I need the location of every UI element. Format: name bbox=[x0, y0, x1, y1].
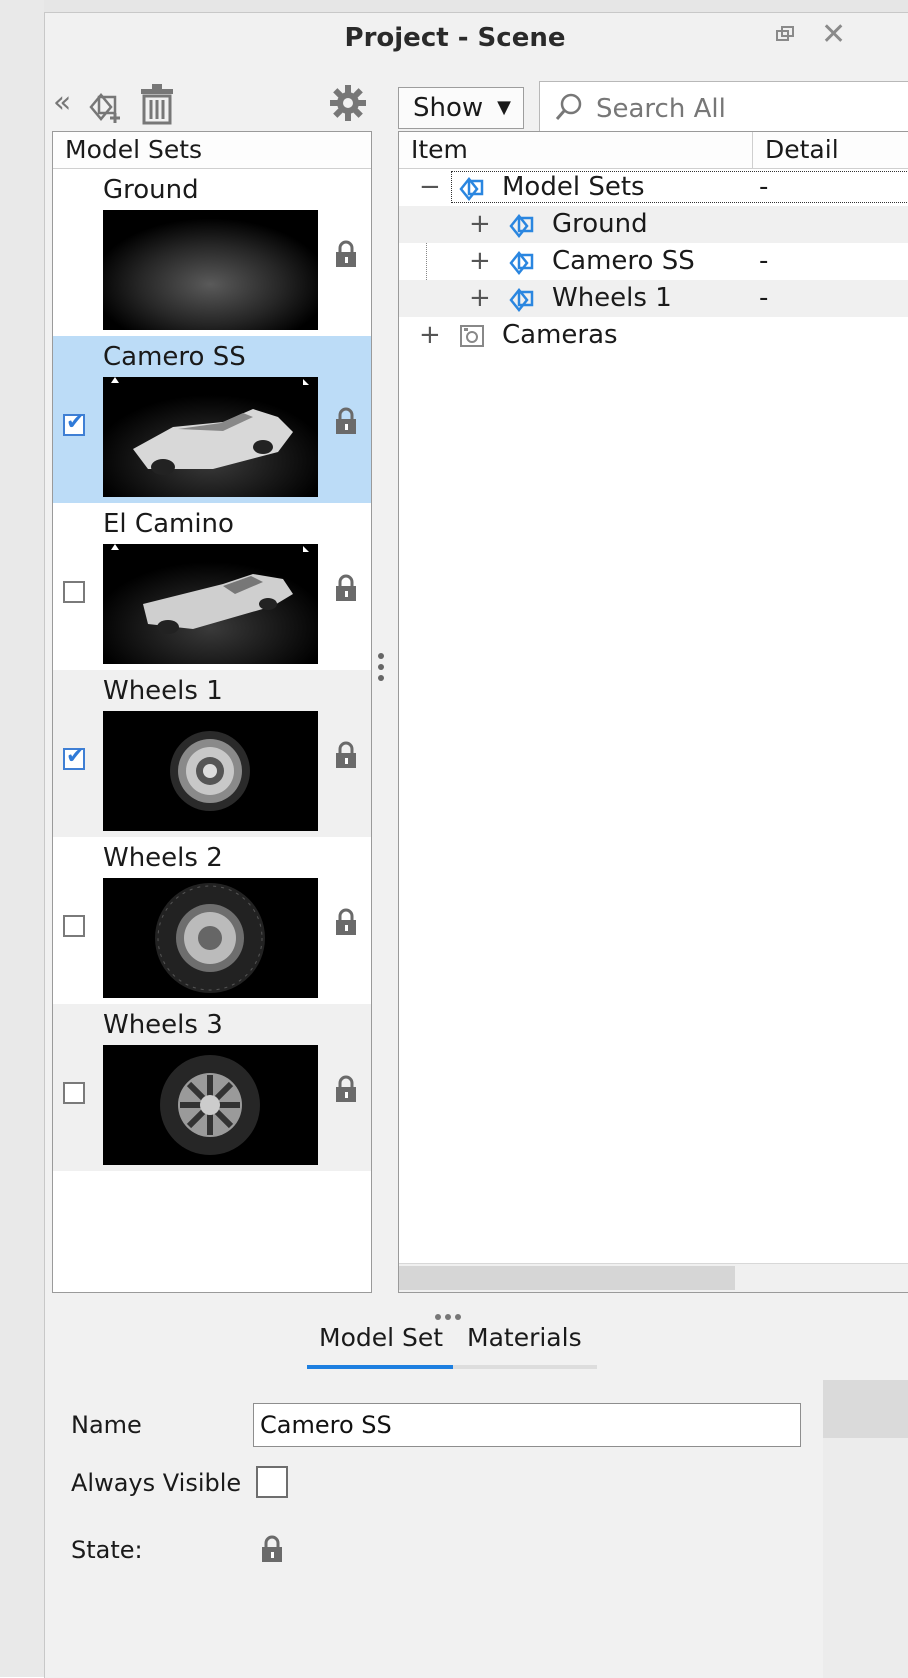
name-field[interactable] bbox=[253, 1403, 801, 1447]
tree-detail: - bbox=[759, 172, 769, 202]
show-dropdown-label: Show bbox=[413, 93, 484, 123]
add-model-set-icon[interactable] bbox=[85, 87, 125, 134]
tree-label: Cameras bbox=[502, 320, 618, 350]
tree-label: Camero SS bbox=[552, 246, 695, 276]
model-set-icon bbox=[459, 176, 484, 201]
tree-row-model-sets[interactable]: − Model Sets - bbox=[399, 169, 908, 206]
lock-icon[interactable] bbox=[334, 239, 358, 269]
model-set-item-ground[interactable]: Ground bbox=[53, 169, 371, 336]
model-set-name: Camero SS bbox=[103, 342, 246, 372]
state-label: State: bbox=[71, 1536, 143, 1564]
scene-tree: Item Detail − Model Sets - + Ground + Ca… bbox=[398, 131, 908, 1293]
tree-row-wheels-1[interactable]: + Wheels 1 - bbox=[399, 280, 908, 317]
gear-icon[interactable] bbox=[328, 83, 368, 132]
tree-detail: - bbox=[759, 246, 769, 276]
model-set-checkbox[interactable] bbox=[63, 1082, 85, 1104]
checkmark-icon: ✔ bbox=[66, 744, 85, 769]
name-label: Name bbox=[71, 1411, 142, 1439]
tree-row-camero-ss[interactable]: + Camero SS - bbox=[399, 243, 908, 280]
trash-icon[interactable] bbox=[137, 83, 177, 134]
lock-icon[interactable] bbox=[334, 907, 358, 937]
lock-icon[interactable] bbox=[334, 406, 358, 436]
tree-label: Ground bbox=[552, 209, 648, 239]
lock-icon[interactable] bbox=[334, 740, 358, 770]
panel-title: Project - Scene bbox=[344, 23, 566, 53]
car-thumbnail bbox=[103, 544, 318, 664]
tree-label: Wheels 1 bbox=[552, 283, 672, 313]
column-header-detail[interactable]: Detail bbox=[765, 132, 839, 168]
model-set-icon bbox=[509, 250, 534, 275]
model-set-name: Wheels 3 bbox=[103, 1010, 223, 1040]
tab-materials[interactable]: Materials bbox=[467, 1323, 582, 1352]
ground-thumbnail bbox=[103, 210, 318, 330]
column-divider[interactable] bbox=[752, 132, 753, 168]
window-frame-top bbox=[0, 0, 908, 12]
lock-icon[interactable] bbox=[260, 1533, 284, 1565]
always-visible-label: Always Visible bbox=[71, 1469, 242, 1497]
rim-thumbnail bbox=[103, 1045, 318, 1165]
active-tab-indicator bbox=[307, 1365, 453, 1369]
toolbar: « Show ▼ bbox=[45, 77, 908, 137]
collapse-toggle[interactable]: − bbox=[419, 169, 441, 206]
camera-icon bbox=[460, 325, 484, 347]
model-set-icon bbox=[509, 213, 534, 238]
model-set-checkbox[interactable] bbox=[63, 581, 85, 603]
close-icon[interactable]: ✕ bbox=[821, 17, 846, 52]
show-dropdown[interactable]: Show ▼ bbox=[398, 87, 524, 129]
horizontal-splitter-handle[interactable] bbox=[435, 1305, 465, 1324]
search-input[interactable] bbox=[594, 90, 898, 128]
car-thumbnail bbox=[103, 377, 318, 497]
tree-header: Item Detail bbox=[399, 132, 908, 169]
expand-toggle[interactable]: + bbox=[419, 317, 441, 354]
wheel-thumbnail bbox=[103, 711, 318, 831]
tree-row-cameras[interactable]: + Cameras bbox=[399, 317, 908, 354]
title-bar: Project - Scene ✕ bbox=[45, 13, 908, 65]
collapse-icon[interactable]: « bbox=[53, 85, 71, 120]
model-set-item-el-camino[interactable]: El Camino bbox=[53, 503, 371, 670]
restore-icon[interactable] bbox=[774, 23, 796, 53]
model-set-item-wheels-3[interactable]: Wheels 3 bbox=[53, 1004, 371, 1171]
side-panel-edge-lower bbox=[823, 1438, 908, 1678]
expand-toggle[interactable]: + bbox=[469, 243, 491, 280]
checkmark-icon: ✔ bbox=[66, 410, 85, 435]
scrollbar-thumb[interactable] bbox=[399, 1266, 735, 1290]
model-set-icon bbox=[509, 287, 534, 312]
chevron-down-icon: ▼ bbox=[497, 97, 511, 118]
column-header-item[interactable]: Item bbox=[411, 132, 468, 168]
window-frame-left bbox=[0, 0, 44, 1677]
model-set-name: Wheels 1 bbox=[103, 676, 223, 706]
horizontal-scrollbar[interactable] bbox=[399, 1263, 908, 1292]
search-icon bbox=[555, 93, 582, 120]
tab-model-set[interactable]: Model Set bbox=[319, 1323, 443, 1352]
tire-thumbnail bbox=[103, 878, 318, 998]
model-set-name: Ground bbox=[103, 175, 199, 205]
side-panel-edge bbox=[823, 1380, 908, 1438]
model-set-item-camero-ss[interactable]: Camero SS ✔ bbox=[53, 336, 371, 503]
model-set-name: El Camino bbox=[103, 509, 234, 539]
vertical-splitter-handle[interactable] bbox=[378, 653, 386, 686]
project-scene-panel: Project - Scene ✕ « Show ▼ Model Sets Gr… bbox=[44, 12, 908, 1678]
tree-label: Model Sets bbox=[502, 172, 645, 202]
tab-underline bbox=[307, 1365, 597, 1369]
model-set-checkbox[interactable] bbox=[63, 915, 85, 937]
properties-tabs: Model Set Materials bbox=[307, 1323, 597, 1369]
expand-toggle[interactable]: + bbox=[469, 206, 491, 243]
model-set-item-wheels-2[interactable]: Wheels 2 bbox=[53, 837, 371, 1004]
tree-row-ground[interactable]: + Ground bbox=[399, 206, 908, 243]
expand-toggle[interactable]: + bbox=[469, 280, 491, 317]
model-sets-list: Model Sets Ground Camero SS ✔ El Camino … bbox=[52, 131, 372, 1293]
model-set-checkbox[interactable]: ✔ bbox=[63, 744, 85, 770]
model-set-item-wheels-1[interactable]: Wheels 1 ✔ bbox=[53, 670, 371, 837]
model-sets-header: Model Sets bbox=[53, 132, 371, 169]
model-set-name: Wheels 2 bbox=[103, 843, 223, 873]
model-set-checkbox[interactable]: ✔ bbox=[63, 410, 85, 436]
lock-icon[interactable] bbox=[334, 1074, 358, 1104]
lock-icon[interactable] bbox=[334, 573, 358, 603]
always-visible-checkbox[interactable] bbox=[256, 1466, 288, 1498]
search-box[interactable] bbox=[539, 81, 908, 135]
tree-detail: - bbox=[759, 283, 769, 313]
